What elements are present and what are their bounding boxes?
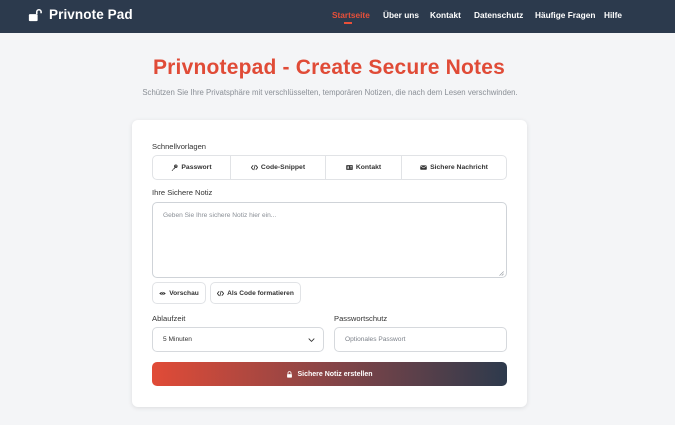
- template-code-snippet-button[interactable]: Code-Snippet: [231, 156, 326, 179]
- quick-templates-group: Passwort Code-Snippet Kontakt Sichere Na…: [152, 155, 507, 180]
- lock-open-icon: [28, 8, 42, 21]
- page-title: Privnotepad - Create Secure Notes: [152, 56, 506, 79]
- templates-label: Schnellvorlagen: [152, 142, 207, 151]
- contact-card-icon: [346, 165, 353, 170]
- template-password-label: Passwort: [181, 164, 212, 171]
- active-nav-underline: [344, 22, 352, 24]
- format-as-code-label: Als Code formatieren: [227, 289, 294, 297]
- code-icon: [217, 290, 225, 296]
- expiry-selected-value: 5 Minuten: [163, 336, 192, 343]
- lock-icon: [287, 370, 293, 378]
- nav-item-ueber-uns[interactable]: Über uns: [383, 10, 419, 20]
- envelope-icon: [420, 165, 427, 170]
- format-as-code-button[interactable]: Als Code formatieren: [210, 282, 301, 304]
- expiry-select[interactable]: 5 Minuten: [152, 327, 324, 352]
- nav-item-kontakt[interactable]: Kontakt: [430, 10, 461, 20]
- preview-label: Vorschau: [169, 289, 199, 297]
- password-protection-label: Passwortschutz: [334, 314, 388, 323]
- note-textarea[interactable]: [152, 202, 507, 278]
- template-contact-label: Kontakt: [355, 164, 382, 171]
- eye-icon: [159, 291, 166, 295]
- resize-grip-icon[interactable]: [498, 270, 504, 276]
- nav-item-hilfe[interactable]: Hilfe: [604, 10, 622, 20]
- nav-item-haeufige-fragen[interactable]: Häufige Fragen: [535, 10, 595, 20]
- nav-item-datenschutz[interactable]: Datenschutz: [474, 10, 523, 20]
- template-password-button[interactable]: Passwort: [153, 156, 231, 179]
- expiry-label: Ablaufzeit: [152, 314, 186, 323]
- template-code-snippet-label: Code-Snippet: [260, 164, 306, 171]
- template-contact-button[interactable]: Kontakt: [326, 156, 402, 179]
- template-secure-message-button[interactable]: Sichere Nachricht: [402, 156, 506, 179]
- note-label: Ihre Sichere Notiz: [152, 188, 213, 197]
- preview-button[interactable]: Vorschau: [152, 282, 206, 304]
- page-subtitle: Schützen Sie Ihre Privatsphäre mit versc…: [142, 88, 518, 97]
- nav-item-startseite[interactable]: Startseite: [332, 10, 370, 20]
- note-form-card: Schnellvorlagen Passwort Code-Snippet Ko…: [132, 120, 527, 407]
- key-icon: [172, 164, 178, 171]
- code-icon: [250, 164, 258, 171]
- top-navbar: Privnote Pad Startseite Über uns Kontakt…: [0, 0, 675, 33]
- create-secure-note-label: Sichere Notiz erstellen: [297, 370, 373, 378]
- password-input[interactable]: [334, 327, 507, 352]
- brand-logo[interactable]: Privnote Pad: [28, 7, 133, 22]
- create-secure-note-button[interactable]: Sichere Notiz erstellen: [152, 362, 507, 386]
- chevron-down-icon: [308, 338, 315, 343]
- brand-name: Privnote Pad: [49, 7, 133, 22]
- template-secure-message-label: Sichere Nachricht: [430, 164, 488, 171]
